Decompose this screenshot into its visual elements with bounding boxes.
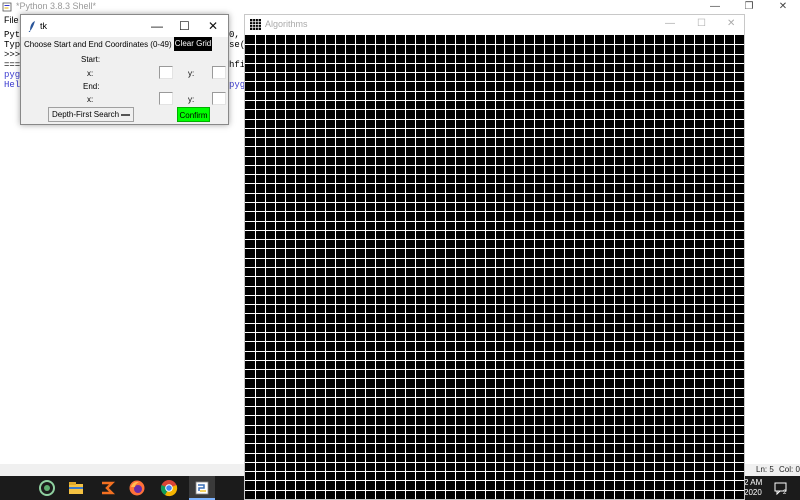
shell-window-controls: — ❐ ✕ [698, 0, 800, 14]
algorithms-close-button[interactable]: ✕ [727, 18, 735, 29]
shell-title: *Python 3.8.3 Shell* [16, 1, 97, 11]
dropdown-indicator-icon [121, 114, 130, 116]
end-y-label: y: [188, 95, 195, 104]
shell-fragment: se( [229, 40, 246, 50]
taskbar-clock[interactable]: 2 AM 2020 [744, 478, 762, 498]
python-idle-icon [195, 481, 209, 495]
tk-titlebar: tk — ☐ ✕ [21, 15, 228, 37]
end-y-input[interactable] [212, 92, 226, 105]
algorithm-selected: Depth-First Search [52, 110, 120, 119]
python-idle-taskbar-item[interactable] [189, 476, 215, 500]
start-x-input[interactable] [159, 66, 173, 79]
start-x-label: x: [87, 69, 94, 78]
menu-file[interactable]: File [4, 15, 19, 25]
start-label: Start: [81, 55, 101, 64]
pathfinding-grid[interactable] [245, 35, 744, 499]
tk-dialog: tk — ☐ ✕ Choose Start and End Coordinate… [20, 14, 229, 125]
python-shell-icon [2, 2, 12, 12]
tk-title: tk [40, 21, 48, 31]
shell-maximize-button[interactable]: ❐ [732, 0, 766, 14]
tk-close-button[interactable]: ✕ [208, 19, 218, 33]
tk-maximize-button[interactable]: ☐ [179, 19, 190, 33]
shell-fragment: pyg [229, 80, 246, 90]
tk-minimize-button[interactable]: — [151, 19, 163, 33]
file-explorer-icon[interactable] [67, 479, 85, 497]
status-line: Ln: 5 [756, 465, 774, 474]
confirm-button[interactable]: Confirm [177, 107, 210, 122]
shell-minimize-button[interactable]: — [698, 0, 732, 14]
algorithms-title: Algorithms [265, 19, 308, 29]
shell-fragment: hfi [229, 60, 246, 70]
feather-icon [28, 21, 35, 32]
end-label: End: [83, 82, 100, 91]
status-col: Col: 0 [779, 465, 800, 474]
grid-canvas[interactable] [245, 35, 744, 499]
wifi-app-icon[interactable] [38, 479, 56, 497]
start-y-label: y: [188, 69, 195, 78]
firefox-icon[interactable] [128, 479, 146, 497]
notification-icon[interactable]: 2 [774, 481, 788, 495]
coordinates-prompt: Choose Start and End Coordinates (0-49) [24, 40, 172, 49]
algorithms-titlebar: Algorithms — ☐ ✕ [245, 15, 744, 35]
algorithm-dropdown[interactable]: Depth-First Search [48, 107, 134, 122]
shell-fragment: 0, [229, 30, 240, 40]
algorithms-window: Algorithms — ☐ ✕ [244, 14, 745, 500]
end-x-input[interactable] [159, 92, 173, 105]
start-y-input[interactable] [212, 66, 226, 79]
shell-close-button[interactable]: ✕ [766, 0, 800, 14]
shell-titlebar: *Python 3.8.3 Shell* — ❐ ✕ [0, 0, 800, 14]
shell-line: >>> [4, 50, 21, 60]
clock-date: 2020 [744, 488, 762, 497]
clock-time: 2 AM [744, 478, 763, 487]
app-icon[interactable] [98, 479, 116, 497]
end-x-label: x: [87, 95, 94, 104]
chrome-icon[interactable] [160, 479, 178, 497]
clear-grid-button[interactable]: Clear Grid [174, 37, 212, 51]
grid-app-icon [250, 19, 261, 30]
algorithms-minimize-button[interactable]: — [665, 18, 675, 29]
algorithms-maximize-button[interactable]: ☐ [697, 18, 706, 29]
